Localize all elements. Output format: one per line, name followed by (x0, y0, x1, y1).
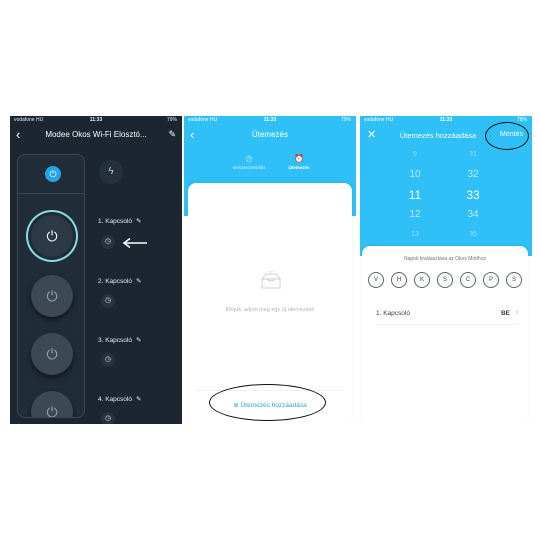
switch-3-label[interactable]: 3. Kapcsoló ✎ (98, 336, 141, 344)
highlight-ellipse-annotation (485, 122, 529, 150)
clock-icon[interactable]: ◷ (101, 235, 115, 249)
battery-level: 79% (166, 117, 177, 123)
page-title: Modee Okos Wi-Fi Elosztó... (45, 130, 147, 139)
phone-screen-schedule: vodafone HU 11:33 79% ‹ Ütemezés ◷ Vissz… (184, 116, 356, 424)
timer-icon: ◷ (245, 154, 253, 163)
chevron-right-icon: › (515, 309, 518, 316)
switch-state-row[interactable]: 1. Kapcsoló BE › (376, 307, 518, 321)
picker-value: 35 (469, 231, 477, 238)
switch-row-label: 1. Kapcsoló (376, 310, 410, 317)
time-picker[interactable]: 9 10 11 12 13 31 32 33 34 35 (360, 151, 532, 241)
battery-level: 79% (340, 117, 351, 123)
phone-screen-device: vodafone HU 11:33 79% ‹ Modee Okos Wi-Fi… (10, 116, 182, 424)
picker-value: 10 (409, 169, 421, 180)
schedule-options-card: Napok kiválasztása az Okos Módhoz V H K … (362, 246, 528, 424)
tab-bar: ◷ Visszaszámlálás ⏰ Ütemezés (224, 154, 324, 178)
picker-value: 31 (469, 151, 477, 158)
day-selector: V H K S C P S (368, 272, 522, 288)
pencil-icon[interactable]: ✎ (136, 396, 141, 403)
switch-1-power-button[interactable]: ⏻ (31, 215, 73, 257)
master-power-button[interactable]: ⏻ (45, 166, 61, 182)
switch-4-power-button[interactable]: ⏻ (31, 391, 73, 417)
empty-state-text: Kérjük, adjon meg egy új ütemezést! (225, 307, 315, 313)
minute-picker-column[interactable]: 31 32 33 34 35 (458, 145, 488, 245)
switch-panel: ⏻ ⏻ ⏻ ⏻ ⏻ (17, 154, 85, 418)
chevron-left-icon[interactable]: ‹ (16, 128, 20, 142)
tab-label: Ütemezés (288, 165, 310, 170)
picker-value: 34 (467, 209, 479, 220)
status-bar: vodafone HU 11:33 79% (184, 116, 356, 124)
schedule-header: ‹ Ütemezés (184, 126, 356, 146)
picker-value: 13 (411, 231, 419, 238)
picker-selected-hour: 11 (408, 188, 422, 202)
day-toggle[interactable]: C (460, 272, 476, 288)
clock-icon[interactable]: ◷ (101, 412, 115, 424)
empty-box-icon (260, 271, 282, 289)
picker-value: 12 (409, 209, 421, 220)
switch-label-text: 2. Kapcsoló (98, 278, 132, 285)
day-toggle[interactable]: V (368, 272, 384, 288)
pencil-icon[interactable]: ✎ (168, 129, 176, 140)
divider (376, 324, 518, 325)
switch-label-text: 4. Kapcsoló (98, 396, 132, 403)
divider (18, 193, 84, 194)
switch-4-label[interactable]: 4. Kapcsoló ✎ (98, 395, 141, 403)
day-toggle[interactable]: S (506, 272, 522, 288)
clock: 11:33 (263, 117, 277, 123)
tab-schedule[interactable]: ⏰ Ütemezés (274, 154, 324, 170)
days-title: Napok kiválasztása az Okos Módhoz (404, 256, 486, 262)
switch-row-value: BE (500, 310, 510, 317)
switch-2-power-button[interactable]: ⏻ (31, 275, 73, 317)
device-header: ‹ Modee Okos Wi-Fi Elosztó... ✎ (10, 126, 182, 146)
switch-label-text: 3. Kapcsoló (98, 337, 132, 344)
pencil-icon[interactable]: ✎ (136, 278, 141, 285)
alarm-clock-icon: ⏰ (294, 154, 304, 163)
picker-value: 32 (467, 169, 479, 180)
day-toggle[interactable]: H (391, 272, 407, 288)
day-toggle[interactable]: P (483, 272, 499, 288)
page-title: Ütemezés (251, 130, 288, 139)
switch-1-label[interactable]: 1. Kapcsoló ✎ (98, 217, 141, 225)
hour-picker-column[interactable]: 9 10 11 12 13 (400, 145, 430, 245)
pencil-icon[interactable]: ✎ (136, 218, 141, 225)
battery-level: 78% (516, 117, 527, 123)
status-bar: vodafone HU 11:33 79% (10, 116, 182, 124)
picker-selected-minute: 33 (466, 188, 480, 202)
arrow-left-annotation-icon (122, 237, 147, 249)
day-toggle[interactable]: S (437, 272, 453, 288)
clock-icon[interactable]: ◷ (101, 294, 115, 308)
tab-label: Visszaszámlálás (232, 165, 266, 170)
switch-2-label[interactable]: 2. Kapcsoló ✎ (98, 277, 141, 285)
tab-countdown[interactable]: ◷ Visszaszámlálás (224, 154, 274, 170)
switch-3-power-button[interactable]: ⏻ (31, 333, 73, 375)
picker-value: 9 (413, 151, 417, 158)
switch-label-text: 1. Kapcsoló (98, 218, 132, 225)
highlight-ellipse-annotation (209, 384, 326, 421)
bolt-icon[interactable]: ϟ (99, 160, 123, 184)
clock-icon[interactable]: ◷ (101, 353, 115, 367)
close-icon[interactable]: ✕ (367, 128, 376, 142)
day-toggle[interactable]: K (414, 272, 430, 288)
pencil-icon[interactable]: ✎ (136, 337, 141, 344)
clock: 11:33 (89, 117, 103, 123)
phone-screen-add-schedule: vodafone HU 11:33 78% ✕ Ütemezés hozzáad… (360, 116, 532, 424)
page-title: Ütemezés hozzáadása (399, 131, 477, 140)
